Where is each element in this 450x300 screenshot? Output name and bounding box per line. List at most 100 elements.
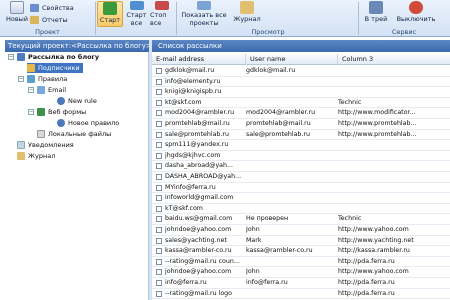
row-checkbox[interactable] [156, 152, 162, 159]
username-cell: info@ferra.ru [246, 279, 288, 286]
tree-item-webforms[interactable]: Веб формы [37, 107, 86, 117]
table-row[interactable]: dasha_abroad@yah... [152, 161, 450, 172]
column-header-username[interactable]: User name [246, 54, 338, 65]
row-checkbox[interactable] [156, 163, 162, 170]
column3-cell [338, 140, 450, 150]
tree-item-new-rule[interactable]: New rule [57, 96, 97, 106]
group-project-label: Проект [35, 28, 60, 36]
row-checkbox[interactable] [156, 237, 162, 244]
row-checkbox[interactable] [156, 184, 162, 191]
table-row[interactable]: sales@yachting.net Mark http://www.yachtin… [152, 236, 450, 247]
table-row[interactable]: kT@skf.com [152, 204, 450, 215]
email-cell: gdklok@mail.ru [165, 67, 215, 74]
collapse-icon[interactable]: − [28, 87, 34, 93]
new-label: Новый [5, 15, 29, 23]
table-row[interactable]: kt@skf.com Technic [152, 98, 450, 109]
column-header-column3[interactable]: Column 3 [338, 54, 450, 65]
table-row[interactable]: info@elementy.ru [152, 77, 450, 88]
row-checkbox[interactable] [156, 195, 162, 202]
mailing-list-grid: E-mail address User name Column 3 gdklok… [152, 52, 450, 300]
reports-label: Отчеты [42, 15, 68, 24]
show-all-projects-button[interactable]: Показать все проекты [180, 1, 228, 27]
table-row[interactable]: MYinfo@ferra.ru [152, 183, 450, 194]
tree-item-project[interactable]: Рассылка по блогу [17, 52, 99, 62]
row-checkbox[interactable] [156, 68, 162, 74]
table-row[interactable]: --rating@mail.ru coun... http://pda.ferra… [152, 257, 450, 268]
table-row[interactable]: sale@promtehlab.ru sale@promtehlab.ru http… [152, 130, 450, 141]
row-checkbox[interactable] [156, 269, 162, 276]
table-row[interactable]: kassa@rambler-co.ru kassa@rambler-co.ru ht… [152, 246, 450, 257]
table-row[interactable]: johndoe@yahoo.com John http://www.yahoo.co… [152, 267, 450, 278]
properties-button[interactable]: Свойства [30, 2, 74, 13]
row-checkbox[interactable] [156, 290, 162, 297]
row-checkbox[interactable] [156, 142, 162, 149]
start-button[interactable]: Старт [97, 1, 123, 27]
row-checkbox[interactable] [156, 248, 162, 255]
group-view-label: Просмотр [251, 28, 285, 36]
row-checkbox[interactable] [156, 174, 162, 180]
table-row[interactable]: knigi@knigispb.ru [152, 87, 450, 98]
email-cell: sale@promtehlab.ru [165, 130, 230, 138]
project-icon [17, 53, 25, 61]
row-checkbox[interactable] [156, 258, 162, 265]
tree-item-new-rule-ru[interactable]: Новое правило [57, 118, 119, 128]
row-checkbox[interactable] [156, 110, 162, 117]
collapse-icon[interactable]: − [28, 109, 34, 115]
collapse-icon[interactable]: − [18, 76, 24, 82]
username-cell [246, 193, 336, 203]
table-row[interactable]: infoworld@gmail.com [152, 193, 450, 204]
email-cell: info@ferra.ru [165, 279, 207, 286]
row-checkbox[interactable] [156, 99, 162, 106]
journal-label: Журнал [233, 15, 261, 23]
table-row[interactable]: spm111@yandex.ru [152, 140, 450, 151]
journal-button[interactable]: Журнал [232, 1, 262, 27]
row-checkbox[interactable] [156, 131, 162, 138]
tree-label: Рассылка по блогу [28, 53, 100, 61]
start-all-button[interactable]: Старт все [124, 1, 149, 27]
row-checkbox[interactable] [156, 89, 162, 96]
ribbon-divider [358, 2, 359, 35]
column3-cell: http://kassa.rambler.ru [338, 247, 410, 255]
table-row[interactable]: baidu.ws@gmail.com Не проверен Technic [152, 214, 450, 225]
stop-all-button[interactable]: Стоп все [150, 1, 174, 27]
column3-cell [338, 66, 450, 76]
username-cell [246, 151, 336, 161]
exit-label: Выключить [396, 15, 436, 23]
tree-item-local-files[interactable]: Локальные файлы [37, 129, 111, 139]
column3-cell: http://www.promtehlab... [338, 130, 417, 138]
table-row[interactable]: DASHA_ABROAD@yah... [152, 172, 450, 183]
tree-item-rules[interactable]: Правила [27, 74, 67, 84]
username-cell [246, 289, 336, 299]
tree-item-subscribers[interactable]: Подписчики [27, 63, 83, 73]
table-row[interactable]: mod2004@rambler.ru mod2004@rambler.ru http… [152, 108, 450, 119]
collapse-icon[interactable]: − [8, 54, 14, 60]
row-checkbox[interactable] [156, 78, 162, 85]
table-row[interactable]: jhgds@kjhvc.com [152, 151, 450, 162]
row-checkbox[interactable] [156, 121, 162, 127]
stop-all-label: Стоп все [150, 11, 167, 27]
column3-cell: http://www.yahoo.com [338, 268, 409, 276]
column-header-email[interactable]: E-mail address [152, 54, 246, 65]
row-checkbox[interactable] [156, 216, 162, 223]
to-tray-button[interactable]: В трей [362, 1, 390, 27]
username-cell: John [246, 268, 260, 276]
row-checkbox[interactable] [156, 280, 162, 286]
table-row[interactable]: gdklok@mail.ru gdklok@mail.ru [152, 66, 450, 77]
reports-button[interactable]: Отчеты [30, 14, 68, 25]
tree-item-journal[interactable]: Журнал [17, 151, 55, 161]
table-row[interactable]: --rating@mail.ru logo http://pda.ferra.ru [152, 289, 450, 300]
tree-label: New rule [68, 97, 97, 105]
tree-item-notifications[interactable]: Уведомления [17, 140, 74, 150]
exit-button[interactable]: Выключить [394, 1, 438, 27]
tree-item-email[interactable]: Email [37, 85, 66, 95]
email-cell: info@elementy.ru [165, 77, 221, 85]
row-checkbox[interactable] [156, 227, 162, 233]
tree-label: Подписчики [38, 64, 80, 72]
row-checkbox[interactable] [156, 205, 162, 212]
table-row[interactable]: johndoe@yahoo.com John http://www.yahoo.co… [152, 225, 450, 236]
new-project-button[interactable]: Новый [6, 1, 28, 27]
table-row[interactable]: info@ferra.ru info@ferra.ru http://pda.fer… [152, 278, 450, 289]
email-cell: spm111@yandex.ru [165, 141, 229, 149]
table-row[interactable]: promtehlab@mail.ru promtehlab@mail.ru http… [152, 119, 450, 130]
username-cell [246, 204, 336, 214]
